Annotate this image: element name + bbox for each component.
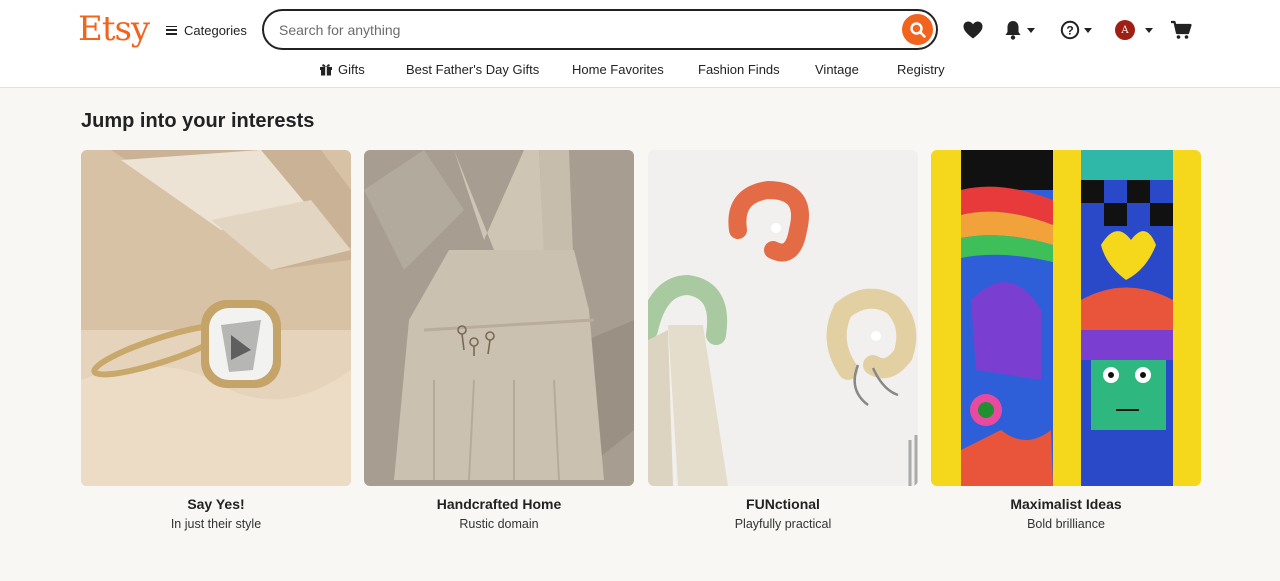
categories-label: Categories [184,22,247,38]
card-subtitle: In just their style [170,517,262,531]
nav-item-gifts[interactable]: Gifts [319,59,365,79]
card-image [364,150,634,486]
categories-button[interactable]: Categories [166,19,247,41]
nav-item-label: Fashion Finds [698,61,780,77]
account-button[interactable]: A [1115,18,1153,42]
card-subtitle: Playfully practical [734,517,832,531]
socks-image [931,150,1201,486]
search-icon [909,21,926,38]
site-header: Etsy Categories ? A [0,0,1280,88]
card-image [648,150,918,486]
card-title: Say Yes! [187,496,245,512]
hooks-image [648,150,918,486]
cart-button[interactable] [1170,18,1192,42]
notifications-button[interactable] [1003,18,1035,42]
nav-item-registry[interactable]: Registry [897,59,945,79]
search-input[interactable] [279,19,879,41]
nav-item-fashion-finds[interactable]: Fashion Finds [698,59,780,79]
card-title: Handcrafted Home [436,496,562,512]
nav-item-home-favorites[interactable]: Home Favorites [572,59,664,79]
bell-icon [1005,21,1021,40]
svg-text:?: ? [1066,23,1073,37]
card-title: FUNctional [746,496,820,512]
interest-card-say-yes[interactable]: Say Yes! In just their style [81,150,351,531]
chevron-down-icon [1027,27,1035,33]
interest-card-maximalist-ideas[interactable]: Maximalist Ideas Bold brilliance [931,150,1201,531]
search-bar [262,9,938,50]
card-image [931,150,1201,486]
chevron-down-icon [1145,27,1153,33]
nav-item-label: Gifts [338,61,365,77]
interest-card-handcrafted-home[interactable]: Handcrafted Home Rustic domain [364,150,634,531]
section-title: Jump into your interests [81,110,315,132]
apron-image [364,150,634,486]
avatar: A [1115,20,1135,40]
nav-item-label: Best Father's Day Gifts [406,61,540,77]
nav-item-vintage[interactable]: Vintage [815,59,859,79]
menu-icon [166,25,177,35]
chevron-down-icon [1084,27,1092,33]
cart-icon [1171,20,1192,39]
card-subtitle: Bold brilliance [1027,517,1105,531]
nav-item-label: Registry [897,61,945,77]
heart-icon [963,21,983,39]
help-button[interactable]: ? [1060,18,1092,42]
search-button[interactable] [902,14,933,45]
ring-image [81,150,351,486]
gift-icon [320,64,332,76]
card-title: Maximalist Ideas [1010,496,1122,512]
card-subtitle: Rustic domain [459,517,539,531]
nav-item-label: Home Favorites [572,61,664,77]
etsy-logo[interactable]: Etsy [78,9,150,49]
interest-card-functional[interactable]: FUNctional Playfully practical [648,150,918,531]
favorites-button[interactable] [962,18,984,42]
card-image [81,150,351,486]
help-icon: ? [1060,20,1080,40]
nav-item-label: Vintage [815,61,859,77]
nav-item-fathers-day[interactable]: Best Father's Day Gifts [406,59,539,79]
